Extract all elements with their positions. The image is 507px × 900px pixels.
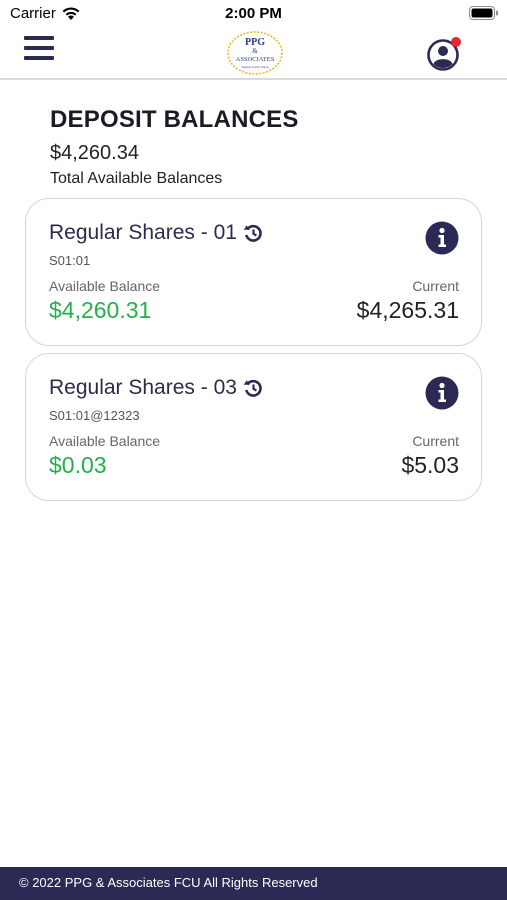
account-id: S01:01 <box>49 253 91 268</box>
menu-bar-line <box>24 36 54 40</box>
hamburger-menu-icon[interactable] <box>24 36 54 62</box>
info-icon[interactable] <box>425 376 459 410</box>
total-balance-label: Total Available Balances <box>50 170 223 187</box>
available-balance-value: $0.03 <box>49 452 107 478</box>
account-name: Regular Shares - 03 <box>49 376 237 399</box>
battery-icon <box>469 6 498 20</box>
balances-summary: DEPOSIT BALANCES $4,260.34 Total Availab… <box>50 106 299 188</box>
current-balance-value: $4,265.31 <box>356 297 459 323</box>
nav-bar: PPG & ASSOCIATES Federal Credit Union <box>0 28 507 80</box>
logo-text-fcu: Federal Credit Union <box>241 65 268 69</box>
account-name-row: Regular Shares - 03 <box>49 376 263 400</box>
history-icon[interactable] <box>243 223 263 243</box>
current-balance-value: $5.03 <box>401 452 459 478</box>
available-balance-label: Available Balance <box>49 433 161 449</box>
current-balance-label: Current <box>412 433 459 449</box>
account-card[interactable]: Regular Shares - 03 S01:01@12323 Availab… <box>25 353 482 501</box>
ppg-associates-logo: PPG & ASSOCIATES Federal Credit Union <box>227 31 283 75</box>
account-card[interactable]: Regular Shares - 01 S01:01 Available Bal… <box>25 198 482 346</box>
available-balance-label: Available Balance <box>49 278 161 294</box>
status-bar: Carrier 2:00 PM <box>0 0 507 28</box>
logo-text-associates: ASSOCIATES <box>236 56 275 63</box>
total-balance-amount: $4,260.34 <box>50 142 139 164</box>
history-icon[interactable] <box>243 378 263 398</box>
current-balance-label: Current <box>412 278 459 294</box>
notification-dot <box>451 37 461 47</box>
account-id: S01:01@12323 <box>49 408 140 423</box>
available-balance-value: $4,260.31 <box>49 297 152 323</box>
account-name-row: Regular Shares - 01 <box>49 221 263 245</box>
info-icon[interactable] <box>425 221 459 255</box>
menu-bar-line <box>24 46 54 50</box>
footer: © 2022 PPG & Associates FCU All Rights R… <box>0 867 507 900</box>
clock-time: 2:00 PM <box>225 5 282 22</box>
user-profile-icon[interactable] <box>427 36 463 72</box>
copyright-text: © 2022 PPG & Associates FCU All Rights R… <box>19 875 318 890</box>
account-name: Regular Shares - 01 <box>49 221 237 244</box>
logo-text-amp: & <box>252 47 258 55</box>
page-title: DEPOSIT BALANCES <box>50 106 299 133</box>
menu-bar-line <box>24 56 54 60</box>
